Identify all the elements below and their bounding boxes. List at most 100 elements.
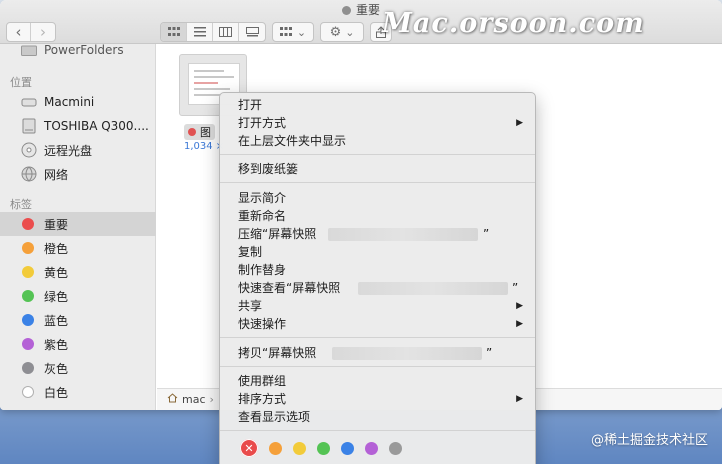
site-credit: @稀土掘金技术社区	[590, 433, 708, 448]
sidebar-item-label: 远程光盘	[44, 143, 93, 158]
menu-item-quick-actions[interactable]: 快速操作 ▶	[220, 315, 535, 333]
sidebar-tag-white[interactable]: 白色	[0, 380, 156, 404]
sidebar-item-label: PowerFolders	[44, 43, 124, 57]
chevron-down-icon: ⌄	[345, 25, 355, 39]
sidebar-tag-green[interactable]: 绿色	[0, 284, 156, 308]
red-tag-icon	[188, 128, 196, 136]
menu-item-move-to-trash[interactable]: 移到废纸篓	[220, 160, 535, 178]
sidebar-item-remote-disc[interactable]: 远程光盘	[0, 138, 156, 162]
blue-tag-button[interactable]	[341, 441, 354, 455]
view-mode-buttons	[160, 22, 266, 42]
icon-view-icon	[167, 27, 180, 36]
submenu-arrow-icon: ▶	[516, 301, 523, 311]
menu-item-label: 显示简介	[238, 191, 287, 205]
menu-item-get-info[interactable]: 显示简介	[220, 189, 535, 207]
menu-item-label: 重新命名	[238, 209, 287, 223]
menu-item-label: 移到废纸篓	[238, 162, 299, 176]
sidebar-item-powerfolders[interactable]: PowerFolders	[0, 38, 156, 62]
gray-tag-icon	[22, 362, 34, 374]
sidebar-item-macmini[interactable]: Macmini	[0, 90, 156, 114]
redacted-filename	[332, 347, 482, 360]
orange-tag-button[interactable]	[269, 441, 282, 455]
yellow-tag-button[interactable]	[293, 441, 306, 455]
redacted-filename	[358, 282, 508, 295]
sidebar-tag-purple[interactable]: 紫色	[0, 332, 156, 356]
menu-item-compress[interactable]: 压缩“屏幕快照 ”	[220, 225, 535, 243]
sidebar-tag-orange[interactable]: 橙色	[0, 236, 156, 260]
sidebar-tag-yellow[interactable]: 黄色	[0, 260, 156, 284]
remove-red-tag-button[interactable]: ✕	[240, 439, 258, 457]
sidebar-tag-important[interactable]: 重要	[0, 212, 156, 236]
home-icon	[167, 393, 178, 406]
menu-item-label: 排序方式	[238, 392, 287, 406]
column-view-icon	[219, 27, 232, 37]
menu-item-label: 在上层文件夹中显示	[238, 134, 347, 148]
network-glyph	[21, 166, 37, 182]
sidebar: PowerFolders 位置 Macmini TOSHIBA Q300....…	[0, 43, 156, 410]
menu-item-open-with[interactable]: 打开方式 ▶	[220, 114, 535, 132]
file-name[interactable]: 图	[184, 124, 215, 140]
locations-heading: 位置	[10, 76, 32, 89]
group-by-button[interactable]: ⌄	[272, 22, 314, 42]
sidebar-tag-gray[interactable]: 灰色	[0, 356, 156, 380]
gear-icon: ⚙	[329, 24, 342, 40]
menu-item-label: 使用群组	[238, 374, 287, 388]
red-tag-icon	[22, 218, 34, 230]
sidebar-item-label: 黄色	[44, 265, 69, 280]
home-glyph	[167, 393, 178, 403]
yellow-tag-icon	[22, 266, 34, 278]
sidebar-item-label: 灰色	[44, 361, 69, 376]
menu-item-share[interactable]: 共享 ▶	[220, 297, 535, 315]
menu-item-show-in-enclosing-folder[interactable]: 在上层文件夹中显示	[220, 132, 535, 150]
blue-tag-icon	[22, 314, 34, 326]
group-by-icon	[279, 27, 292, 36]
purple-tag-button[interactable]	[365, 441, 378, 455]
tags-heading: 标签	[10, 198, 32, 211]
sidebar-item-label: 重要	[44, 217, 69, 232]
sidebar-item-network[interactable]: 网络	[0, 162, 156, 186]
disc-icon	[20, 141, 38, 159]
submenu-arrow-icon: ▶	[516, 394, 523, 404]
context-menu: 打开 打开方式 ▶ 在上层文件夹中显示 移到废纸篓 显示简介 重新命名 压缩“屏幕…	[219, 92, 536, 464]
watermark-logo: Mac.orsoon.com	[382, 8, 645, 39]
green-tag-button[interactable]	[317, 441, 330, 455]
sidebar-tag-blue[interactable]: 蓝色	[0, 308, 156, 332]
white-tag-icon	[22, 386, 34, 398]
menu-item-label: 制作替身	[238, 263, 287, 277]
file-name-text: 图	[200, 126, 211, 139]
group-by-content: ⌄	[273, 23, 313, 41]
menu-item-make-alias[interactable]: 制作替身	[220, 261, 535, 279]
menu-item-open[interactable]: 打开	[220, 96, 535, 114]
menu-item-copy[interactable]: 拷贝“屏幕快照 ”	[220, 344, 535, 362]
sidebar-item-label: 绿色	[44, 289, 69, 304]
menu-item-label: 拷贝“屏幕快照	[238, 346, 317, 360]
icon-view-button[interactable]	[161, 23, 187, 41]
menu-item-show-view-options[interactable]: 查看显示选项	[220, 408, 535, 426]
sidebar-item-toshiba[interactable]: TOSHIBA Q300....	[0, 114, 156, 138]
menu-tag-row: ✕	[240, 439, 413, 457]
menu-item-label: 打开	[238, 98, 263, 112]
action-button[interactable]: ⚙ ⌄	[320, 22, 364, 42]
list-view-button[interactable]	[187, 23, 213, 41]
menu-item-rename[interactable]: 重新命名	[220, 207, 535, 225]
menu-item-label: 压缩“屏幕快照	[238, 227, 317, 241]
folder-icon	[20, 41, 38, 59]
sidebar-item-label: TOSHIBA Q300....	[44, 119, 149, 133]
menu-item-duplicate[interactable]: 复制	[220, 243, 535, 261]
sidebar-item-label: 紫色	[44, 337, 69, 352]
sidebar-item-label: Macmini	[44, 95, 95, 109]
menu-item-use-groups[interactable]: 使用群组	[220, 372, 535, 390]
submenu-arrow-icon: ▶	[516, 118, 523, 128]
path-item-mac[interactable]: mac	[182, 393, 206, 406]
column-view-button[interactable]	[213, 23, 239, 41]
menu-separator	[220, 182, 535, 183]
menu-item-label: 复制	[238, 245, 263, 259]
menu-item-quick-look[interactable]: 快速查看“屏幕快照 ”	[220, 279, 535, 297]
gray-tag-button[interactable]	[389, 441, 402, 455]
menu-item-sort-by[interactable]: 排序方式 ▶	[220, 390, 535, 408]
menu-separator	[220, 337, 535, 338]
gallery-view-button[interactable]	[239, 23, 265, 41]
sidebar-item-label: 网络	[44, 167, 69, 182]
orange-tag-icon	[22, 242, 34, 254]
computer-icon	[20, 93, 38, 111]
